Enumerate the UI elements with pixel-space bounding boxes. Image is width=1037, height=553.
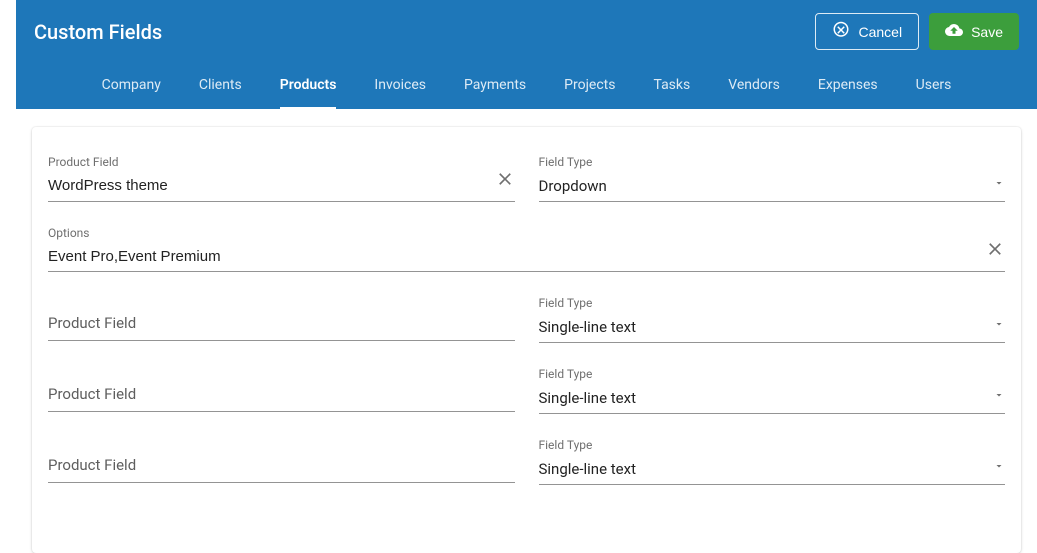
tab-payments[interactable]: Payments xyxy=(464,63,526,109)
product-field-4[interactable]: Product Field xyxy=(48,434,515,485)
content-card: Product Field Field Type Dropdown Option… xyxy=(32,127,1021,553)
product-field-placeholder: Product Field xyxy=(48,438,515,483)
save-label: Save xyxy=(971,24,1003,40)
chevron-down-icon xyxy=(993,315,1005,334)
header: Custom Fields Cancel Save Company Client… xyxy=(16,0,1037,109)
field-type-label: Field Type xyxy=(539,296,1006,310)
tabs: Company Clients Products Invoices Paymen… xyxy=(16,63,1037,109)
field-type-4[interactable]: Field Type Single-line text xyxy=(539,434,1006,485)
options-input[interactable] xyxy=(48,242,1005,271)
save-button[interactable]: Save xyxy=(929,13,1019,50)
cancel-label: Cancel xyxy=(858,24,902,40)
field-type-3[interactable]: Field Type Single-line text xyxy=(539,363,1006,414)
chevron-down-icon xyxy=(993,174,1005,193)
field-type-label: Field Type xyxy=(539,367,1006,381)
tab-tasks[interactable]: Tasks xyxy=(653,63,690,109)
field-type-label: Field Type xyxy=(539,155,1006,169)
cloud-save-icon xyxy=(945,21,963,42)
options-label: Options xyxy=(48,226,1005,240)
chevron-down-icon xyxy=(993,457,1005,476)
field-type-label: Field Type xyxy=(539,438,1006,452)
tab-clients[interactable]: Clients xyxy=(199,63,242,109)
field-type-value-4: Single-line text xyxy=(539,454,1006,484)
tab-company[interactable]: Company xyxy=(102,63,161,109)
tab-expenses[interactable]: Expenses xyxy=(818,63,878,109)
clear-icon[interactable] xyxy=(495,169,515,193)
tab-vendors[interactable]: Vendors xyxy=(728,63,780,109)
product-field-placeholder: Product Field xyxy=(48,296,515,341)
field-type-value-1: Dropdown xyxy=(539,171,1006,201)
tab-projects[interactable]: Projects xyxy=(564,63,615,109)
cancel-button[interactable]: Cancel xyxy=(815,13,919,50)
options-field[interactable]: Options xyxy=(48,222,1005,272)
product-field-input-1[interactable] xyxy=(48,171,515,200)
product-field-3[interactable]: Product Field xyxy=(48,363,515,414)
tab-invoices[interactable]: Invoices xyxy=(374,63,426,109)
field-type-value-3: Single-line text xyxy=(539,383,1006,413)
product-field-placeholder: Product Field xyxy=(48,367,515,412)
page-title: Custom Fields xyxy=(34,20,162,44)
chevron-down-icon xyxy=(993,386,1005,405)
product-field-2[interactable]: Product Field xyxy=(48,292,515,343)
tab-users[interactable]: Users xyxy=(916,63,952,109)
field-type-2[interactable]: Field Type Single-line text xyxy=(539,292,1006,343)
field-type-value-2: Single-line text xyxy=(539,312,1006,342)
cancel-circle-icon xyxy=(832,21,850,42)
product-field-label: Product Field xyxy=(48,155,515,169)
product-field-1[interactable]: Product Field xyxy=(48,151,515,202)
field-type-1[interactable]: Field Type Dropdown xyxy=(539,151,1006,202)
tab-products[interactable]: Products xyxy=(280,63,337,109)
clear-icon[interactable] xyxy=(985,239,1005,263)
